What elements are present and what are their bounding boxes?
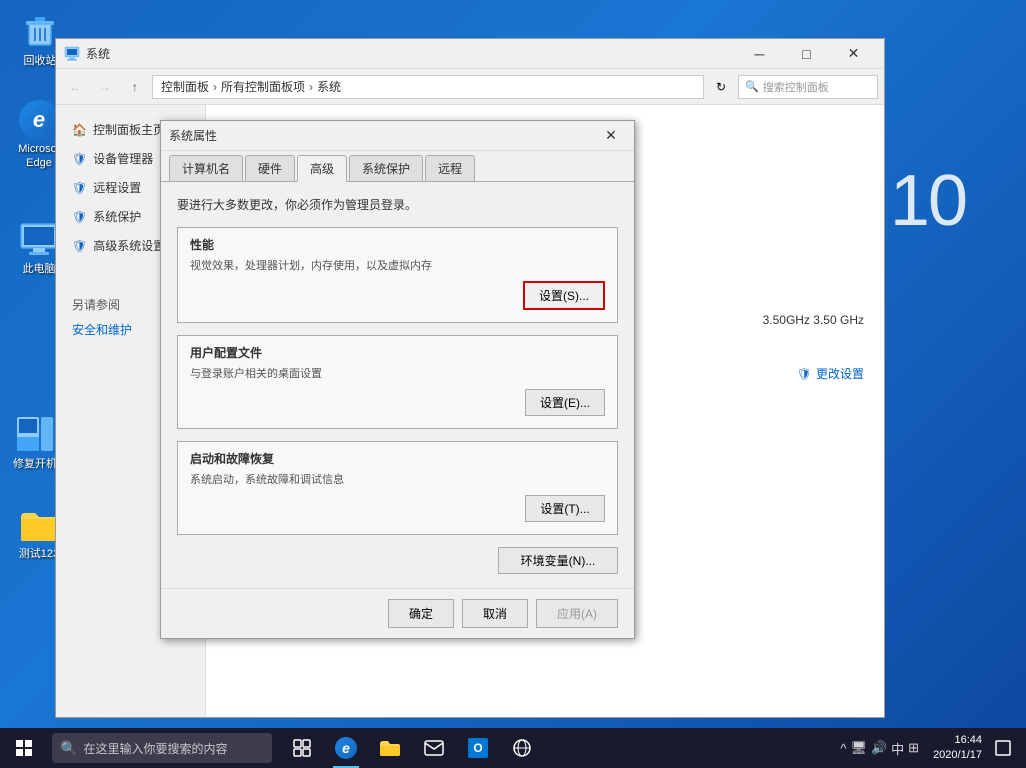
performance-desc: 视觉效果，处理器计划，内存使用，以及虚拟内存 [190, 257, 605, 273]
dialog-titlebar: 系统属性 ✕ [161, 121, 634, 151]
tab-system-protection[interactable]: 系统保护 [349, 155, 423, 181]
ok-button[interactable]: 确定 [388, 599, 454, 628]
startup-recovery-settings-button[interactable]: 设置(T)... [525, 495, 605, 522]
dialog-tabs: 计算机名 硬件 高级 系统保护 远程 [161, 151, 634, 182]
user-profiles-title: 用户配置文件 [190, 344, 605, 361]
apply-button[interactable]: 应用(A) [536, 599, 618, 628]
env-vars-button[interactable]: 环境变量(N)... [498, 547, 618, 574]
tab-hardware[interactable]: 硬件 [245, 155, 295, 181]
env-vars-row: 环境变量(N)... [177, 547, 618, 574]
startup-recovery-title: 启动和故障恢复 [190, 450, 605, 467]
user-profiles-section: 用户配置文件 与登录账户相关的桌面设置 设置(E)... [177, 335, 618, 429]
user-profiles-settings-button[interactable]: 设置(E)... [525, 389, 605, 416]
dialog-overlay: 系统属性 ✕ 计算机名 硬件 高级 系统保护 远程 要进行大多数更改，你必须作为… [0, 0, 1026, 768]
dialog-footer: 确定 取消 应用(A) [161, 588, 634, 638]
performance-btn-row: 设置(S)... [190, 281, 605, 310]
system-properties-dialog: 系统属性 ✕ 计算机名 硬件 高级 系统保护 远程 要进行大多数更改，你必须作为… [160, 120, 635, 639]
cancel-button[interactable]: 取消 [462, 599, 528, 628]
tab-advanced[interactable]: 高级 [297, 155, 347, 182]
dialog-close-button[interactable]: ✕ [596, 123, 626, 149]
performance-section: 性能 视觉效果，处理器计划，内存使用，以及虚拟内存 设置(S)... [177, 227, 618, 323]
tab-computer-name[interactable]: 计算机名 [169, 155, 243, 181]
dialog-body: 要进行大多数更改，你必须作为管理员登录。 性能 视觉效果，处理器计划，内存使用，… [161, 182, 634, 588]
performance-settings-button[interactable]: 设置(S)... [523, 281, 605, 310]
performance-title: 性能 [190, 236, 605, 253]
dialog-title: 系统属性 [169, 127, 596, 144]
user-profiles-btn-row: 设置(E)... [190, 389, 605, 416]
startup-recovery-section: 启动和故障恢复 系统启动，系统故障和调试信息 设置(T)... [177, 441, 618, 535]
admin-note: 要进行大多数更改，你必须作为管理员登录。 [177, 196, 618, 213]
tab-remote[interactable]: 远程 [425, 155, 475, 181]
user-profiles-desc: 与登录账户相关的桌面设置 [190, 365, 605, 381]
startup-recovery-btn-row: 设置(T)... [190, 495, 605, 522]
startup-recovery-desc: 系统启动，系统故障和调试信息 [190, 471, 605, 487]
desktop: dows 10 回收站 e MicrosofEdge [0, 0, 1026, 768]
